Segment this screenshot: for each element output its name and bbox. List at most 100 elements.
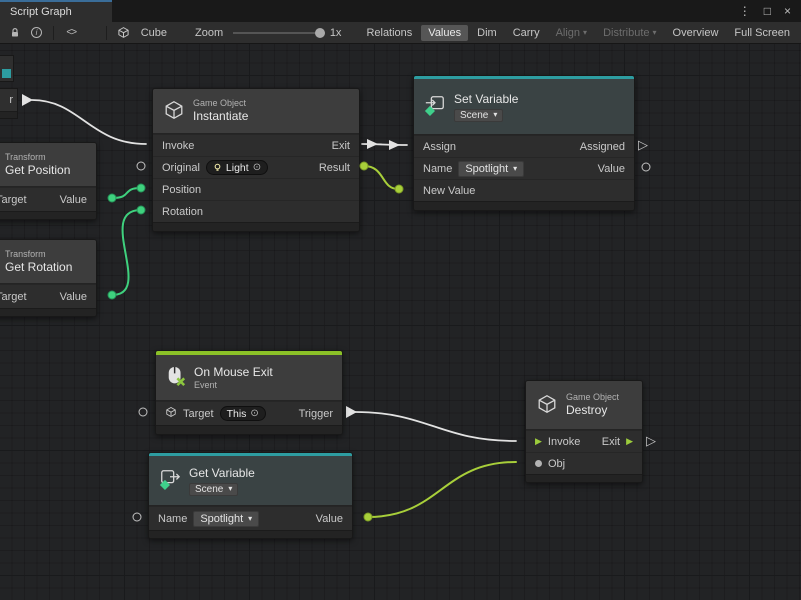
node-destroy[interactable]: Game Object Destroy ▶ Invoke Exit ▶ Obj: [525, 380, 643, 483]
port-newvalue-input[interactable]: [395, 185, 404, 194]
toolbar-button-distribute[interactable]: Distribute ▾: [596, 25, 663, 41]
variable-name-dropdown[interactable]: Spotlight ▾: [193, 511, 259, 527]
port-row: Original Light ⊙ Result: [153, 156, 359, 178]
port-getvariable-name-input[interactable]: [133, 513, 142, 522]
menu-icon[interactable]: ⋮: [739, 4, 751, 18]
port-label-value: Value: [598, 163, 625, 175]
port-row: Position: [153, 178, 359, 200]
get-variable-icon: [159, 468, 181, 493]
port-rotation-input[interactable]: [137, 206, 146, 215]
object-field-this[interactable]: This ⊙: [220, 406, 266, 421]
toolbar-button-overview[interactable]: Overview: [666, 25, 726, 41]
port-row: Name Spotlight ▾ Value: [149, 506, 352, 530]
wire-start-to-invoke[interactable]: [32, 100, 146, 144]
port-row: Obj: [526, 452, 642, 474]
port-getrotation-value-output[interactable]: [108, 291, 117, 300]
flow-output-arrow[interactable]: ▶: [626, 437, 633, 446]
flow-output-arrow[interactable]: [367, 139, 378, 149]
node-header: Transform Get Rotation: [0, 240, 96, 284]
toolbar-button-values[interactable]: Values: [421, 25, 468, 41]
node-fragment-left[interactable]: r: [0, 88, 18, 119]
zoom-slider-track[interactable]: [233, 32, 325, 34]
port-position-input[interactable]: [137, 184, 146, 193]
node-get-rotation[interactable]: Transform Get Rotation Target Value: [0, 239, 97, 317]
object-picker-icon[interactable]: ⊙: [253, 163, 261, 173]
wire-result-to-newvalue[interactable]: [364, 166, 398, 189]
variable-name-value: Spotlight: [200, 513, 243, 525]
wire-getvariable-to-obj[interactable]: [368, 462, 516, 517]
variable-scope-dropdown[interactable]: Scene ▾: [189, 483, 238, 496]
port-row: Target Value: [0, 284, 96, 308]
variable-scope-dropdown[interactable]: Scene ▾: [454, 109, 503, 122]
cube-icon: [113, 24, 135, 42]
object-field-light[interactable]: Light ⊙: [206, 160, 268, 175]
chevron-down-icon: ▾: [653, 29, 657, 37]
port-label-exit: Exit: [602, 436, 620, 448]
object-field-value: This: [227, 408, 247, 420]
node-header: Set Variable Scene ▾: [414, 79, 634, 135]
close-icon[interactable]: ×: [784, 4, 791, 18]
graph-canvas[interactable]: r Transform Get Position Target Value T: [0, 44, 801, 600]
port-getposition-value-output[interactable]: [108, 194, 117, 203]
chevron-down-icon: ▾: [583, 29, 587, 37]
port-row: New Value: [414, 179, 634, 201]
mouse-exit-icon: [166, 365, 186, 391]
info-icon[interactable]: i: [26, 24, 48, 42]
node-set-variable[interactable]: Set Variable Scene ▾ Assign Assigned Nam…: [413, 75, 635, 211]
port-label-name: Name: [423, 163, 452, 175]
port-mouse-target-input[interactable]: [139, 408, 148, 417]
node-title: On Mouse Exit: [194, 365, 273, 380]
port-result-output[interactable]: [360, 162, 369, 171]
obj-port-dot[interactable]: [535, 460, 542, 467]
port-label-target: Target: [0, 194, 27, 206]
port-label-trigger: Trigger: [299, 408, 333, 420]
flow-output-arrow[interactable]: [346, 406, 357, 418]
node-footer: [149, 530, 352, 538]
toolbar-button-dim[interactable]: Dim: [470, 25, 504, 41]
node-header: Game Object Destroy: [526, 381, 642, 430]
node-title: Instantiate: [193, 109, 248, 124]
port-label-result: Result: [319, 162, 350, 174]
node-footer: [526, 474, 642, 482]
wire-trigger-to-invoke[interactable]: [355, 412, 516, 441]
port-destroy-exit-triangle[interactable]: ▷: [646, 434, 656, 447]
port-setvariable-value-output[interactable]: [642, 163, 651, 172]
wire-getrotation-to-rotation[interactable]: [112, 210, 141, 295]
node-fragment-top[interactable]: [0, 55, 14, 82]
flow-output-arrow[interactable]: [22, 94, 33, 106]
maximize-icon[interactable]: □: [764, 4, 771, 18]
flow-input-arrow[interactable]: ▶: [535, 437, 542, 446]
port-label-invoke: Invoke: [548, 436, 580, 448]
tab-label: Script Graph: [10, 6, 72, 18]
flow-input-arrow[interactable]: [389, 140, 400, 150]
toolbar-button-carry[interactable]: Carry: [506, 25, 547, 41]
toolbar-button-fullscreen[interactable]: Full Screen: [727, 25, 797, 41]
tab-script-graph[interactable]: Script Graph: [0, 0, 112, 22]
distribute-label: Distribute: [603, 27, 649, 39]
toolbar-button-align[interactable]: Align ▾: [549, 25, 594, 41]
port-label-rotation: Rotation: [162, 206, 203, 218]
port-label-name: Name: [158, 513, 187, 525]
toolbar-button-relations[interactable]: Relations: [359, 25, 419, 41]
variable-name-value: Spotlight: [465, 163, 508, 175]
node-category: Game Object: [566, 392, 619, 403]
port-label-obj: Obj: [548, 458, 565, 470]
graph-target-label[interactable]: Cube: [141, 27, 167, 39]
code-icon[interactable]: <>: [60, 24, 82, 42]
port-original-input[interactable]: [137, 162, 146, 171]
object-picker-icon[interactable]: ⊙: [250, 409, 258, 419]
lock-icon[interactable]: [4, 24, 26, 42]
port-getvariable-value-output[interactable]: [364, 513, 373, 522]
graph-toolbar: i <> Cube Zoom 1x Relations Values Dim C…: [0, 22, 801, 44]
zoom-slider[interactable]: [233, 24, 324, 42]
light-icon: [213, 163, 222, 172]
chevron-down-icon: ▾: [513, 165, 517, 173]
node-on-mouse-exit[interactable]: On Mouse Exit Event Target This ⊙ Trigge…: [155, 350, 343, 435]
node-footer: [0, 111, 17, 118]
node-get-variable[interactable]: Get Variable Scene ▾ Name Spotlight ▾ Va…: [148, 452, 353, 539]
zoom-slider-thumb[interactable]: [315, 28, 325, 38]
node-get-position[interactable]: Transform Get Position Target Value: [0, 142, 97, 220]
port-assigned-output-triangle[interactable]: ▷: [638, 138, 648, 151]
variable-name-dropdown[interactable]: Spotlight ▾: [458, 161, 524, 177]
node-instantiate[interactable]: Game Object Instantiate Invoke Exit Orig…: [152, 88, 360, 232]
